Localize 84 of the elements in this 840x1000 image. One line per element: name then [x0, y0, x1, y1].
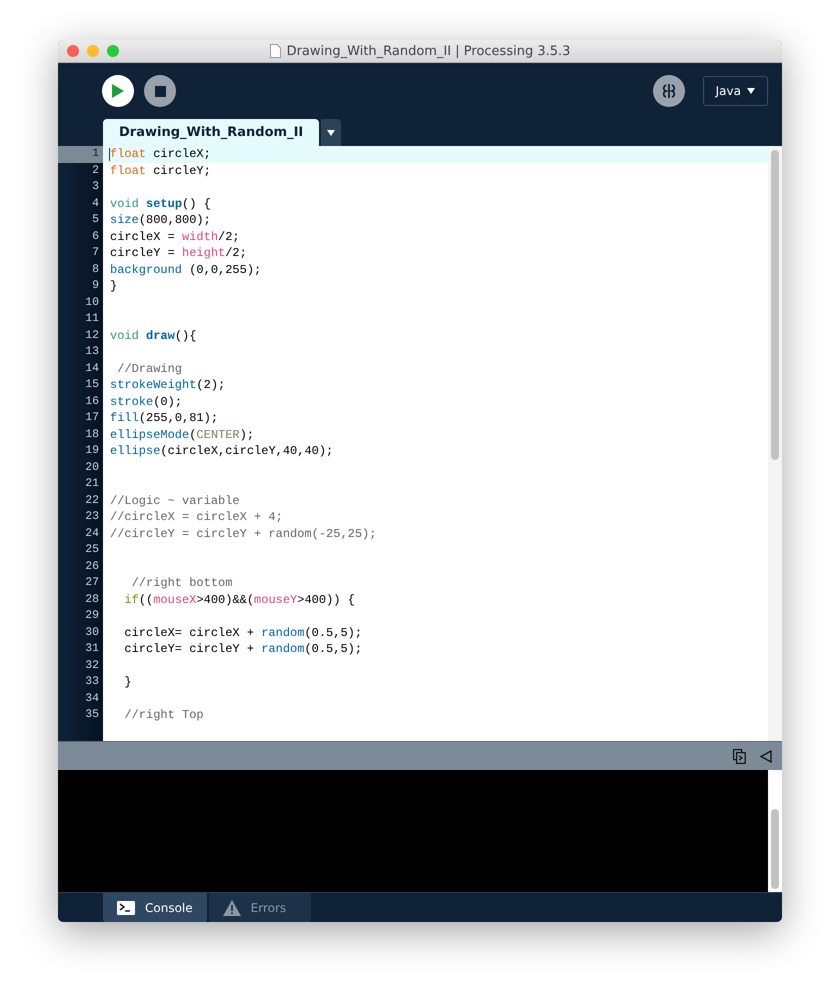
line-number: 11: [84, 311, 100, 327]
scrollbar-thumb[interactable]: [771, 809, 779, 889]
code-line: //circleY = circleY + random(-25,25);: [109, 526, 378, 542]
line-number: 31: [84, 641, 100, 657]
code-line: if((mouseX>400)&&(mouseY>400)) {: [123, 592, 356, 608]
code-line: ellipse(circleX,circleY,40,40);: [109, 443, 334, 460]
console-tab[interactable]: Errors: [208, 893, 311, 922]
line-number: 9: [91, 278, 100, 294]
line-number: 27: [84, 575, 100, 591]
mode-dropdown[interactable]: Java: [702, 76, 768, 106]
line-number: 3: [91, 179, 100, 195]
copy-icon[interactable]: [733, 748, 746, 764]
editor-tab[interactable]: Drawing_With_Random_II: [103, 119, 320, 146]
line-number: 35: [84, 707, 100, 723]
play-icon: [112, 84, 124, 98]
line-number: 10: [84, 294, 100, 310]
warning-icon: [222, 900, 241, 916]
code-line: strokeWeight(2);: [109, 377, 226, 394]
line-number: 34: [84, 690, 100, 706]
code-line: background (0,0,255);: [109, 262, 262, 278]
run-button[interactable]: [102, 75, 134, 107]
line-number: 29: [84, 608, 100, 624]
line-number: 32: [84, 658, 100, 674]
tab-menu-button[interactable]: [321, 119, 342, 146]
line-number: 15: [84, 377, 100, 393]
line-number: 4: [91, 196, 100, 212]
line-number: 7: [91, 245, 100, 261]
line-number: 20: [84, 460, 100, 476]
line-number: 19: [84, 443, 100, 459]
code-line: stroke(0);: [109, 394, 184, 410]
code-line: //right Top: [123, 707, 205, 724]
code-line: //Logic ~ variable: [109, 492, 241, 509]
code-line: size(800,800);: [109, 212, 212, 228]
code-line: circleX= circleX + random(0.5,5);: [123, 624, 364, 641]
caret-icon: [327, 130, 336, 136]
code-line: circleY= circleY + random(0.5,5);: [123, 641, 364, 658]
code-line: }: [109, 278, 118, 294]
line-number: 18: [84, 426, 100, 442]
code-line: //right bottom: [130, 575, 234, 592]
close-button[interactable]: [67, 45, 79, 57]
window-title: Drawing_With_Random_II | Processing 3.5.3: [286, 44, 570, 58]
code-line: circleY = height/2;: [109, 245, 248, 262]
code-line: }: [123, 674, 133, 690]
code-line: void setup() {: [109, 196, 212, 212]
code-line: //circleX = circleX + 4;: [109, 509, 284, 526]
line-number: 12: [84, 328, 100, 344]
line-number: 13: [84, 344, 100, 360]
code-line: ellipseMode(CENTER);: [109, 426, 256, 443]
line-number: 33: [84, 674, 100, 690]
debug-button[interactable]: [652, 75, 685, 107]
line-number: 16: [84, 394, 100, 410]
scrollbar[interactable]: [768, 770, 782, 892]
line-number: 14: [84, 360, 100, 376]
stop-icon: [154, 86, 166, 96]
caret-icon: [747, 88, 755, 94]
line-number: 23: [84, 509, 100, 525]
line-number: 8: [91, 262, 100, 278]
collapse-icon[interactable]: [760, 750, 772, 762]
line-number: 24: [84, 526, 100, 542]
console-tab[interactable]: Console: [103, 893, 207, 922]
code-line: void draw(){: [109, 328, 198, 344]
line-number: 17: [84, 410, 100, 426]
code-line: float circleY;: [109, 162, 212, 179]
scrollbar-thumb[interactable]: [771, 150, 779, 460]
document-icon: [270, 44, 281, 58]
code-line: fill(255,0,81);: [109, 410, 220, 426]
text-cursor: [109, 148, 110, 161]
code-line: circleX = width/2;: [109, 228, 241, 245]
line-number: 2: [91, 162, 100, 178]
line-number: 22: [84, 492, 100, 508]
line-number: 28: [84, 592, 100, 608]
minimize-button[interactable]: [87, 45, 99, 57]
line-number: 1: [58, 146, 103, 162]
line-number: 25: [84, 542, 100, 558]
zoom-button[interactable]: [107, 45, 119, 57]
stop-button[interactable]: [144, 75, 176, 107]
scrollbar[interactable]: [768, 146, 782, 741]
terminal-icon: [117, 901, 135, 915]
line-number: 26: [84, 558, 100, 574]
code-line: //Drawing: [116, 360, 184, 377]
line-number: 21: [84, 476, 100, 492]
line-number: 5: [91, 212, 100, 228]
line-number: 6: [91, 228, 100, 244]
line-number: 30: [84, 624, 100, 640]
